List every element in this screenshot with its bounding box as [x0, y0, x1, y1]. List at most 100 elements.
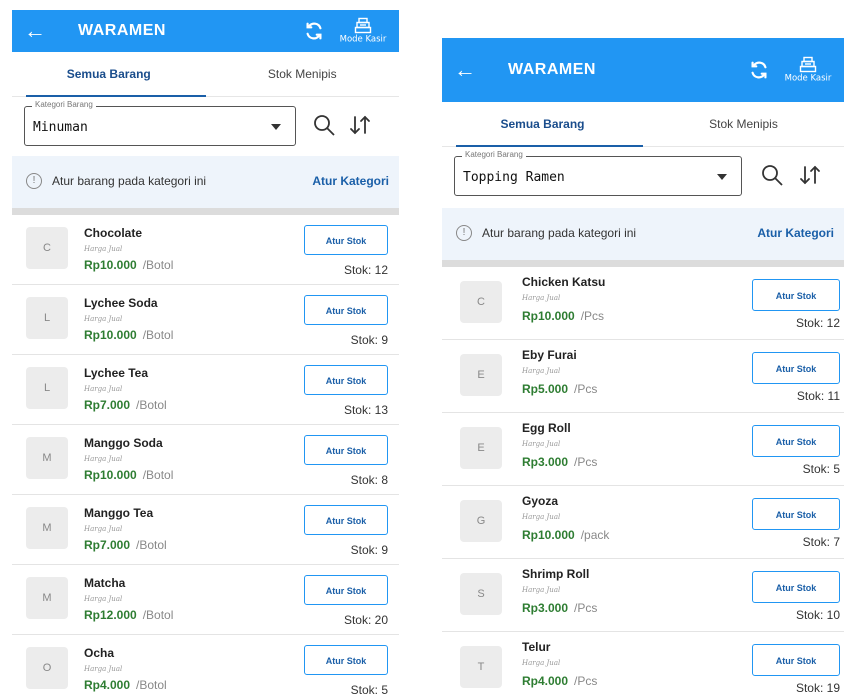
category-select[interactable]: Kategori Barang Minuman [24, 100, 296, 146]
sort-icon[interactable] [798, 163, 822, 187]
atur-kategori-link[interactable]: Atur Kategori [757, 226, 834, 240]
section-divider [12, 208, 399, 215]
item-name: Eby Furai [522, 348, 577, 362]
sync-icon[interactable] [303, 20, 325, 42]
item-avatar: M [26, 507, 68, 549]
sync-icon[interactable] [748, 59, 770, 81]
item-name: Telur [522, 640, 551, 654]
item-name: Chicken Katsu [522, 275, 606, 289]
price-label: Harga Jual [522, 513, 561, 521]
mode-kasir-button[interactable]: Mode Kasir [776, 56, 840, 84]
cash-register-icon [799, 56, 817, 73]
list-item[interactable]: E Eby Furai Harga Jual Rp5.000/Pcs Atur … [442, 340, 844, 413]
arrow-left-icon[interactable]: ← [454, 59, 476, 81]
stock-count: Stok: 12 [795, 316, 840, 330]
stock-count: Stok: 7 [802, 535, 840, 549]
price-label: Harga Jual [84, 315, 123, 323]
stock-count: Stok: 5 [350, 683, 388, 697]
atur-stok-button[interactable]: Atur Stok [304, 575, 388, 605]
mode-kasir-label: Mode Kasir [339, 34, 387, 45]
item-avatar: M [26, 437, 68, 479]
stock-count: Stok: 9 [350, 333, 388, 347]
atur-stok-button[interactable]: Atur Stok [304, 645, 388, 675]
item-avatar: M [26, 577, 68, 619]
item-name: Gyoza [522, 494, 559, 508]
price-label: Harga Jual [522, 440, 561, 448]
category-value: Topping Ramen [463, 170, 565, 185]
list-item[interactable]: C Chicken Katsu Harga Jual Rp10.000/Pcs … [442, 267, 844, 340]
list-item[interactable]: C Chocolate Harga Jual Rp10.000/Botol At… [12, 215, 399, 285]
atur-stok-button[interactable]: Atur Stok [304, 295, 388, 325]
search-icon[interactable] [760, 163, 784, 187]
app-bar: ← WARAMEN Mode Kasir [12, 10, 399, 52]
list-item[interactable]: M Matcha Harga Jual Rp12.000/Botol Atur … [12, 565, 399, 635]
list-item[interactable]: M Manggo Soda Harga Jual Rp10.000/Botol … [12, 425, 399, 495]
price-label: Harga Jual [522, 659, 561, 667]
mode-kasir-button[interactable]: Mode Kasir [331, 17, 395, 45]
category-value: Minuman [33, 120, 88, 135]
atur-stok-button[interactable]: Atur Stok [304, 435, 388, 465]
item-price: Rp4.000/Botol [84, 678, 167, 692]
tab-semua-barang[interactable]: Semua Barang [442, 102, 643, 147]
arrow-left-icon[interactable]: ← [24, 20, 46, 42]
price-value: Rp4.000 [84, 678, 131, 692]
atur-kategori-link[interactable]: Atur Kategori [312, 174, 389, 188]
list-item[interactable]: E Egg Roll Harga Jual Rp3.000/Pcs Atur S… [442, 413, 844, 486]
atur-stok-button[interactable]: Atur Stok [304, 505, 388, 535]
price-value: Rp5.000 [522, 382, 569, 396]
atur-stok-button[interactable]: Atur Stok [752, 279, 840, 311]
notice-text: Atur barang pada kategori ini [482, 226, 637, 240]
item-avatar: O [26, 647, 68, 689]
item-price: Rp5.000/Pcs [522, 382, 597, 396]
item-avatar: C [460, 281, 502, 323]
list-item[interactable]: T Telur Harga Jual Rp4.000/Pcs Atur Stok… [442, 632, 844, 697]
item-price: Rp10.000/pack [522, 528, 609, 542]
list-item[interactable]: S Shrimp Roll Harga Jual Rp3.000/Pcs Atu… [442, 559, 844, 632]
price-value: Rp10.000 [522, 528, 575, 542]
app-title: WARAMEN [78, 22, 166, 39]
atur-stok-button[interactable]: Atur Stok [752, 644, 840, 676]
section-divider [442, 260, 844, 267]
stock-count: Stok: 5 [802, 462, 840, 476]
price-unit: /Botol [142, 328, 174, 342]
list-item[interactable]: L Lychee Tea Harga Jual Rp7.000/Botol At… [12, 355, 399, 425]
price-unit: /Botol [142, 468, 174, 482]
category-select[interactable]: Kategori Barang Topping Ramen [454, 150, 742, 196]
item-price: Rp10.000/Botol [84, 468, 173, 482]
price-value: Rp3.000 [522, 455, 569, 469]
atur-stok-button[interactable]: Atur Stok [304, 225, 388, 255]
search-icon[interactable] [312, 113, 336, 137]
stock-count: Stok: 8 [350, 473, 388, 487]
notice-text: Atur barang pada kategori ini [52, 174, 207, 188]
stock-count: Stok: 11 [796, 389, 840, 403]
item-avatar: C [26, 227, 68, 269]
atur-stok-button[interactable]: Atur Stok [752, 425, 840, 457]
list-item[interactable]: L Lychee Soda Harga Jual Rp10.000/Botol … [12, 285, 399, 355]
stock-count: Stok: 10 [795, 608, 840, 622]
atur-stok-button[interactable]: Atur Stok [752, 352, 840, 384]
item-name: Ocha [84, 646, 115, 660]
price-value: Rp10.000 [84, 258, 137, 272]
cash-register-icon [354, 17, 372, 34]
price-label: Harga Jual [84, 455, 123, 463]
list-item[interactable]: M Manggo Tea Harga Jual Rp7.000/Botol At… [12, 495, 399, 565]
price-label: Harga Jual [84, 525, 123, 533]
atur-stok-button[interactable]: Atur Stok [304, 365, 388, 395]
tab-stok-menipis[interactable]: Stok Menipis [206, 52, 400, 96]
price-value: Rp4.000 [522, 674, 569, 688]
category-notice: ! Atur barang pada kategori ini Atur Kat… [12, 156, 399, 208]
sort-icon[interactable] [348, 113, 372, 137]
tab-bar: Semua Barang Stok Menipis [442, 102, 844, 147]
atur-stok-button[interactable]: Atur Stok [752, 498, 840, 530]
atur-stok-button[interactable]: Atur Stok [752, 571, 840, 603]
item-list: C Chocolate Harga Jual Rp10.000/Botol At… [12, 215, 399, 697]
chevron-down-icon [717, 174, 727, 180]
list-item[interactable]: G Gyoza Harga Jual Rp10.000/pack Atur St… [442, 486, 844, 559]
tab-stok-menipis[interactable]: Stok Menipis [643, 102, 844, 146]
tab-semua-barang[interactable]: Semua Barang [12, 52, 206, 97]
screen-minuman: ← WARAMEN Mode Kasir Semua Barang Stok M… [12, 10, 399, 697]
stock-count: Stok: 12 [343, 263, 388, 277]
price-label: Harga Jual [522, 586, 561, 594]
item-avatar: E [460, 427, 502, 469]
list-item[interactable]: O Ocha Harga Jual Rp4.000/Botol Atur Sto… [12, 635, 399, 697]
